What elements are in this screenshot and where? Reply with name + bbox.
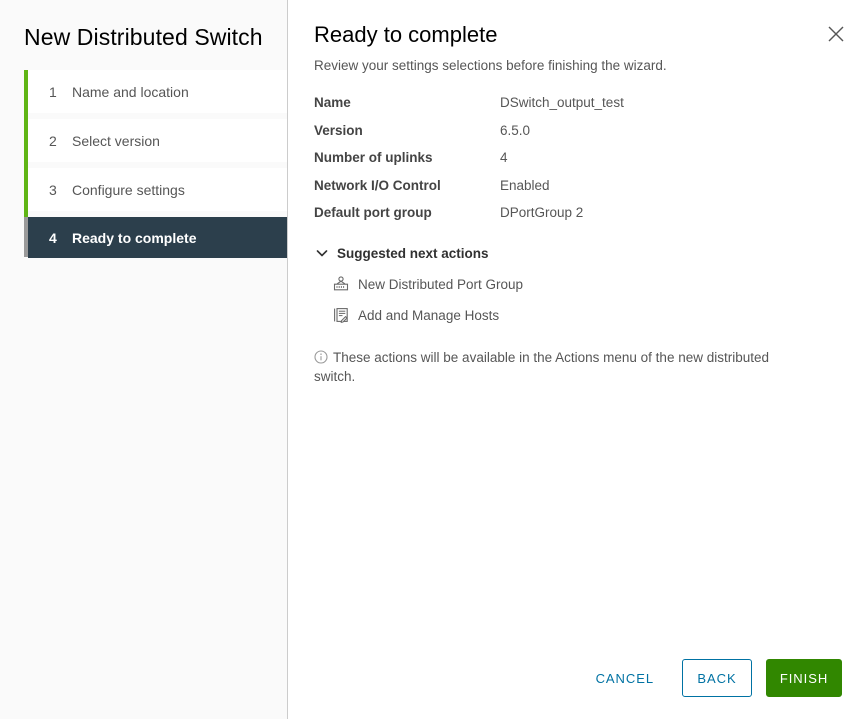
step-number: 4 <box>49 229 57 246</box>
action-new-distributed-port-group[interactable]: New Distributed Port Group <box>332 275 523 293</box>
summary-table: Name DSwitch_output_test Version 6.5.0 N… <box>314 95 834 233</box>
wizard-main-panel: Ready to complete Review your settings s… <box>288 0 864 719</box>
wizard-step-list: 1 Name and location 2 Select version 3 C… <box>0 70 287 258</box>
sidebar-step-name-and-location[interactable]: 1 Name and location <box>28 70 287 113</box>
info-note-text: These actions will be available in the A… <box>314 350 770 384</box>
summary-label: Version <box>314 122 363 138</box>
summary-value: DPortGroup 2 <box>500 205 584 220</box>
add-manage-hosts-icon <box>332 306 350 324</box>
step-label: Configure settings <box>72 181 185 198</box>
action-add-and-manage-hosts[interactable]: Add and Manage Hosts <box>332 306 499 324</box>
action-label: New Distributed Port Group <box>358 276 524 292</box>
sidebar-step-ready-to-complete[interactable]: 4 Ready to complete <box>28 217 287 258</box>
summary-row-network-io-control: Network I/O Control Enabled <box>314 178 834 206</box>
summary-value: Enabled <box>500 177 550 193</box>
suggested-next-actions-toggle[interactable]: Suggested next actions <box>314 245 489 261</box>
page-subtitle: Review your settings selections before f… <box>314 58 667 73</box>
distributed-port-group-icon <box>332 275 350 293</box>
wizard-footer: CANCEL BACK FINISH <box>582 659 842 697</box>
sidebar-step-select-version[interactable]: 2 Select version <box>28 119 287 162</box>
close-icon[interactable] <box>824 22 848 46</box>
action-label: Add and Manage Hosts <box>358 307 500 323</box>
step-number: 2 <box>49 132 57 149</box>
step-label: Ready to complete <box>72 229 197 246</box>
summary-label: Network I/O Control <box>314 177 441 193</box>
summary-row-default-port-group: Default port group DPortGroup 2 <box>314 205 834 233</box>
summary-row-name: Name DSwitch_output_test <box>314 95 834 123</box>
chevron-down-icon <box>314 245 330 261</box>
summary-value: 6.5.0 <box>500 122 531 138</box>
suggested-next-actions-label: Suggested next actions <box>337 245 489 261</box>
summary-value: DSwitch_output_test <box>500 95 624 110</box>
info-note: These actions will be available in the A… <box>314 348 809 386</box>
wizard-title: New Distributed Switch <box>24 24 263 50</box>
step-number: 3 <box>49 181 57 198</box>
summary-label: Name <box>314 95 351 110</box>
back-button[interactable]: BACK <box>682 659 752 697</box>
step-label: Name and location <box>72 83 189 100</box>
finish-button[interactable]: FINISH <box>766 659 842 697</box>
sidebar-step-configure-settings[interactable]: 3 Configure settings <box>28 168 287 211</box>
step-label: Select version <box>72 132 160 149</box>
summary-label: Number of uplinks <box>314 150 433 165</box>
wizard-sidebar: New Distributed Switch 1 Name and locati… <box>0 0 288 719</box>
summary-label: Default port group <box>314 205 432 220</box>
cancel-button[interactable]: CANCEL <box>582 660 668 696</box>
summary-value: 4 <box>500 150 508 165</box>
info-circle-icon <box>314 350 328 364</box>
summary-row-version: Version 6.5.0 <box>314 123 834 151</box>
step-number: 1 <box>49 83 57 100</box>
page-title: Ready to complete <box>314 22 498 47</box>
summary-row-number-of-uplinks: Number of uplinks 4 <box>314 150 834 178</box>
new-distributed-switch-wizard: New Distributed Switch 1 Name and locati… <box>0 0 864 719</box>
